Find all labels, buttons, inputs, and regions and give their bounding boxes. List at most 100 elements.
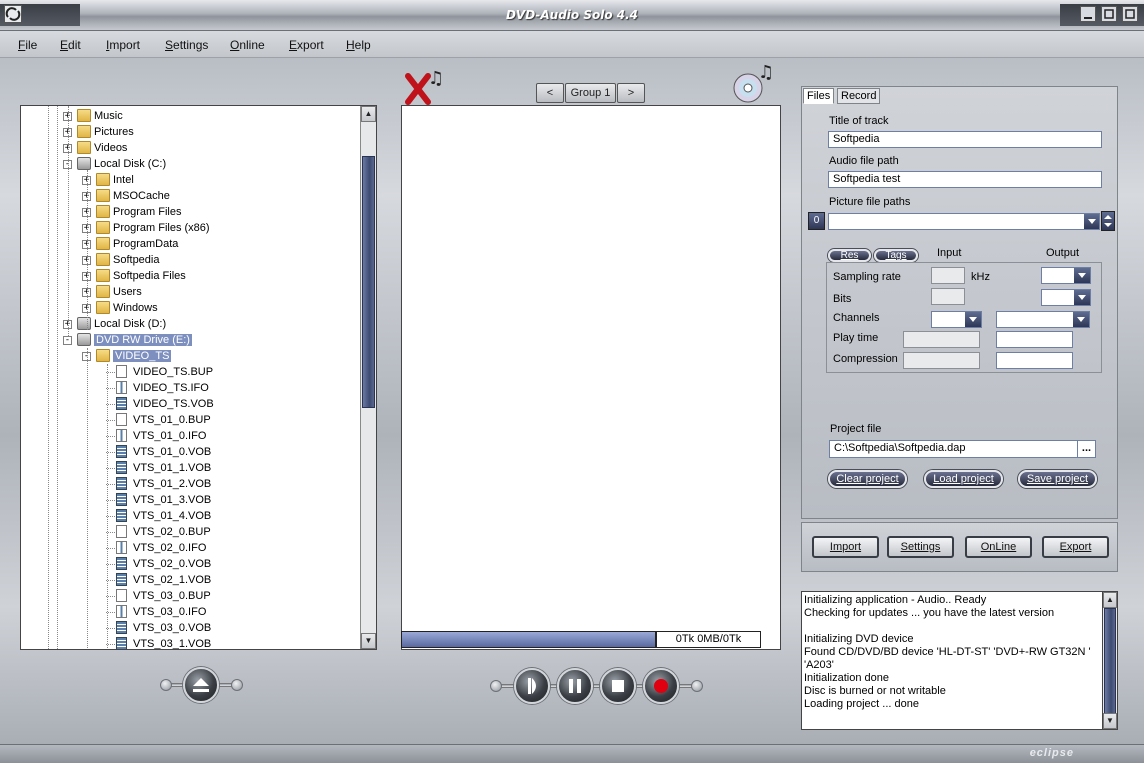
tree-item[interactable]: Pictures [94,124,134,140]
tree-item[interactable]: Videos [94,140,127,156]
tree-item[interactable]: VTS_03_1.VOB [133,636,211,649]
project-file-input[interactable]: C:\Softpedia\Softpedia.dap [829,440,1080,458]
tree-item[interactable]: Softpedia [113,252,159,268]
tree-item[interactable]: VTS_03_0.BUP [133,588,211,604]
close-icon[interactable] [1122,6,1138,22]
menu-edit[interactable]: Edit [60,38,81,52]
picture-spin-icon[interactable] [1101,211,1115,231]
scroll-up-icon[interactable]: ▲ [1103,592,1117,608]
project-browse-button[interactable]: ... [1077,440,1096,458]
tree-item[interactable]: MSOCache [113,188,170,204]
tree-item[interactable]: ProgramData [113,236,178,252]
tree-item[interactable]: VTS_01_4.VOB [133,508,211,524]
maximize-icon[interactable] [1101,6,1117,22]
tree-item[interactable]: VIDEO_TS [113,348,172,364]
picture-file-paths-combo[interactable] [828,213,1100,230]
tree-item[interactable]: Local Disk (D:) [94,316,166,332]
picture-count-badge[interactable]: 0 [808,212,825,230]
tab-record[interactable]: Record [837,88,881,104]
load-project-button[interactable]: Load project [924,470,1003,488]
record-button[interactable] [643,668,679,704]
folder-tree[interactable]: + Music + Pictures + Videos - Local Disk (C:) + I… [20,105,377,650]
eject-button[interactable] [183,667,219,703]
tree-item[interactable]: VIDEO_TS.IFO [133,380,209,396]
tree-scroll-thumb[interactable] [362,156,375,408]
play-time-output[interactable] [996,331,1073,348]
sampling-rate-output-combo[interactable] [1041,267,1091,284]
folder-icon [96,189,110,202]
log-line: Initializing DVD device [804,633,914,645]
tree-item[interactable]: VTS_02_0.BUP [133,524,211,540]
tree-item[interactable]: Program Files [113,204,181,220]
vob-file-icon [116,397,127,410]
minimize-icon[interactable] [1080,6,1096,22]
import-button[interactable]: Import [812,536,879,558]
collapse-icon[interactable]: - [63,336,72,345]
settings-button[interactable]: Settings [887,536,954,558]
tree-item-label: Program Files [113,206,182,218]
tree-item[interactable]: VTS_03_0.VOB [133,620,211,636]
tree-item[interactable]: VTS_01_2.VOB [133,476,211,492]
channels-input-combo[interactable] [931,311,982,328]
tree-item[interactable]: VTS_01_0.BUP [133,412,211,428]
tree-item[interactable]: VTS_01_3.VOB [133,492,211,508]
online-button[interactable]: OnLine [965,536,1032,558]
scroll-up-icon[interactable]: ▲ [361,106,376,122]
add-disc-icon[interactable]: ♫ [730,58,782,104]
group-prev-button[interactable]: < [536,83,564,103]
remove-track-icon[interactable]: ♫ [402,62,452,106]
bits-output-combo[interactable] [1041,289,1091,306]
tree-item[interactable]: Music [94,108,123,124]
tree-item[interactable]: VTS_01_1.VOB [133,460,211,476]
tree-item[interactable]: Softpedia Files [113,268,186,284]
scroll-down-icon[interactable]: ▼ [361,633,376,649]
title-of-track-input[interactable]: Softpedia [828,131,1102,148]
stop-button[interactable] [600,668,636,704]
tree-item[interactable]: Windows [113,300,158,316]
tab-files[interactable]: Files [803,88,835,104]
bits-label: Bits [833,293,852,305]
track-list[interactable] [401,105,781,650]
tree-item[interactable]: VTS_01_0.IFO [133,428,206,444]
tree-item[interactable]: VTS_01_0.VOB [133,444,211,460]
chevron-down-icon [1073,312,1089,327]
log-scroll-thumb[interactable] [1104,608,1116,715]
tree-guide-line [87,170,88,330]
log-panel: Initializing application - Audio.. Ready… [801,591,1118,730]
menu-export[interactable]: Export [289,38,324,52]
save-project-button[interactable]: Save project [1018,470,1097,488]
tags-button[interactable]: Tags [874,249,918,262]
menu-file[interactable]: File [18,38,37,52]
tree-item[interactable]: VTS_03_0.IFO [133,604,206,620]
tree-item[interactable]: Intel [113,172,134,188]
scroll-down-icon[interactable]: ▼ [1103,713,1117,729]
tree-item[interactable]: VIDEO_TS.VOB [133,396,214,412]
menu-settings[interactable]: Settings [165,38,208,52]
menu-help[interactable]: Help [346,38,371,52]
tree-item[interactable]: VTS_02_0.VOB [133,556,211,572]
tree-item[interactable]: Local Disk (C:) [94,156,166,172]
tree-item[interactable]: VTS_02_0.IFO [133,540,206,556]
picture-combo-arrow-icon[interactable] [1084,214,1099,229]
compression-output[interactable] [996,352,1073,369]
tree-item[interactable]: Program Files (x86) [113,220,210,236]
menu-import[interactable]: Import [106,38,140,52]
log-scrollbar[interactable]: ▲ ▼ [1102,591,1118,730]
group-next-button[interactable]: > [617,83,645,103]
tree-item[interactable]: VTS_02_1.VOB [133,572,211,588]
tree-item[interactable]: Users [113,284,142,300]
pause-button[interactable] [557,668,593,704]
res-button[interactable]: Res [828,249,871,262]
channels-output-combo[interactable] [996,311,1090,328]
tree-scrollbar[interactable]: ▲ ▼ [360,106,376,649]
file-icon [116,589,127,602]
tree-item-label: VTS_03_0.VOB [133,622,212,634]
export-button[interactable]: Export [1042,536,1109,558]
audio-file-path-input[interactable]: Softpedia test [828,171,1102,188]
play-button[interactable] [514,668,550,704]
menu-online[interactable]: Online [230,38,265,52]
tree-item[interactable]: VIDEO_TS.BUP [133,364,213,380]
input-header: Input [937,247,962,259]
clear-project-button[interactable]: Clear project [828,470,907,488]
tree-item[interactable]: DVD RW Drive (E:) [94,332,192,348]
